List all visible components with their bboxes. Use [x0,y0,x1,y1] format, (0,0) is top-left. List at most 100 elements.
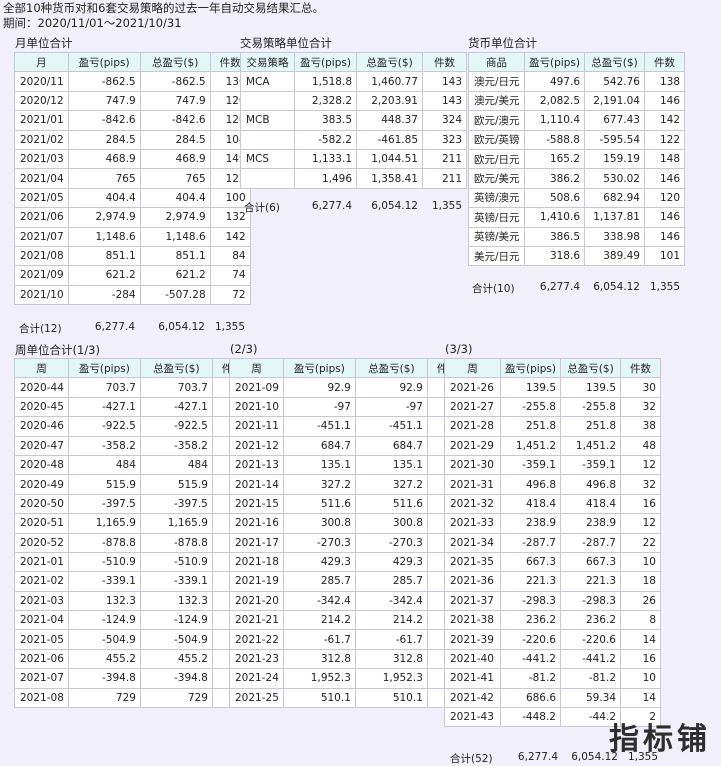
value-cell: 1,137.81 [584,207,645,228]
value-cell: 448.37 [356,110,423,131]
row-label-cell: 澳元/美元 [468,90,525,112]
table-row: MCB 383.5 448.37 324 [240,110,467,131]
header-row: 交易策略 盈亏(pips) 总盈亏($) 件数 [240,51,467,73]
table-row: 2020-511,165.91,165.922 [14,513,253,534]
value-cell: -507.28 [139,284,211,306]
table-row: 2021-12684.7684.728 [229,435,468,456]
value-cell: 238.9 [500,513,561,534]
row-label-cell: 2020-44 [14,377,69,398]
row-label-cell: 2020-51 [14,513,69,534]
value-cell: 508.6 [524,187,585,209]
value-cell: -862.5 [139,71,211,92]
value-cell: 10 [620,551,661,573]
value-cell: -97 [282,396,356,418]
value-cell: 16 [620,648,661,670]
value-cell: -510.9 [139,551,213,573]
row-label-cell: 2021-03 [14,590,69,612]
value-cell: 2,191.04 [584,90,645,112]
table-row: 2021-38 236.2 236.2 8 [444,610,661,631]
value-cell: -451.1 [354,416,428,437]
value-cell: -339.1 [139,571,213,592]
value-cell: 484 [139,454,213,476]
table-row: 2021-42 686.6 59.34 14 [444,687,661,709]
row-label-cell: 2021-06 [14,648,69,670]
weekly-title-2: (2/3) [230,342,258,356]
column-header: 商品 [468,51,525,73]
value-cell: 146 [644,90,685,112]
value-cell: -842.6 [67,110,141,131]
row-label-cell: 2021/05 [14,187,69,209]
strategy-table: 交易策略 盈亏(pips) 总盈亏($) 件数 MCA 1,518.8 1,460.77 14… [240,51,467,189]
row-label-cell: 2020-50 [14,493,69,515]
row-label-cell: 2021-11 [229,416,284,437]
table-row: 2021-0872972918 [14,687,253,709]
period-text: 期间：2020/11/01～2021/10/31 [3,16,182,30]
row-label-cell: 2021-12 [229,435,284,456]
row-label-cell: 2021-36 [444,571,501,592]
value-cell: 48 [620,435,661,456]
header-row: 周盈亏(pips)总盈亏($)件数 [14,357,253,379]
value-cell: 677.43 [584,110,645,131]
row-label-cell: 2021-23 [229,648,284,670]
monthly-title: 月单位合计 [15,36,73,50]
page-header: 全部10种货币对和6套交易策略的过去一年自动交易结果汇总。 期间：2020/11… [3,1,324,31]
row-label-cell: 2021/01 [14,110,69,131]
value-cell: 285.7 [354,571,428,592]
row-label-cell: 欧元/日元 [468,148,525,170]
value-cell: 159.19 [584,148,645,170]
value-cell: 84 [209,245,251,267]
column-header: 件数 [620,357,661,379]
table-row: 2021-23312.8312.838 [229,648,468,670]
value-cell: 323 [422,129,467,150]
value-cell: 684.7 [282,435,356,456]
value-cell: 682.94 [584,187,645,209]
row-label-cell: 2021-41 [444,668,501,689]
value-cell: 686.6 [500,687,561,709]
value-cell: -922.5 [67,416,141,437]
value-cell: -342.4 [354,590,428,612]
column-header: 交易策略 [240,51,295,73]
value-cell: -397.5 [139,493,213,515]
value-cell: 32 [620,474,661,495]
row-label-cell: MCB [240,110,295,131]
table-row: 2021-41 -81.2 -81.2 10 [444,668,661,689]
value-cell: 404.4 [139,187,211,209]
row-label-cell: 2021-37 [444,590,501,612]
row-label-cell: 2021-27 [444,396,501,418]
table-row: 2020-46-922.5-922.534 [14,416,253,437]
column-header: 总盈亏($) [354,357,428,379]
value-cell: 327.2 [354,474,428,495]
value-cell: 284.5 [67,129,141,150]
value-cell: 138 [644,71,685,92]
value-cell: -61.7 [282,629,356,650]
table-row: 2021-29 1,451.2 1,451.2 48 [444,435,661,456]
value-cell: 284.5 [139,129,211,150]
column-header: 盈亏(pips) [282,357,356,379]
value-cell: 497.6 [524,71,585,92]
weekly-title-1: 周单位合计(1/3) [15,343,100,357]
row-label-cell: 2021-14 [229,474,284,495]
value-cell: -842.6 [139,110,211,131]
value-cell: 851.1 [67,245,141,267]
table-row: 澳元/日元 497.6 542.76 138 [468,71,685,92]
total-count: 1,355 [649,281,680,293]
table-row: MCS 1,133.1 1,044.51 211 [240,148,467,170]
value-cell: -255.8 [560,396,621,418]
table-row: 2021-14327.2327.220 [229,474,468,495]
value-cell: -441.2 [560,648,621,670]
value-cell: 30 [620,377,661,398]
value-cell: 148 [644,148,685,170]
table-row: 2021-07-394.8-394.824 [14,668,253,689]
value-cell: 530.02 [584,168,645,189]
value-cell: 12 [620,513,661,534]
row-label-cell: 2021-33 [444,513,501,534]
table-row: 2020-52-878.8-878.824 [14,532,253,553]
row-label-cell: 2020-47 [14,435,69,456]
table-row: 英镑/澳元 508.6 682.94 120 [468,187,685,209]
value-cell: 765 [67,168,141,189]
value-cell: 101 [644,245,685,267]
value-cell: 12 [620,454,661,476]
value-cell: -461.85 [356,129,423,150]
total-count: 1,355 [431,200,462,212]
row-label-cell: 2021-35 [444,551,501,573]
